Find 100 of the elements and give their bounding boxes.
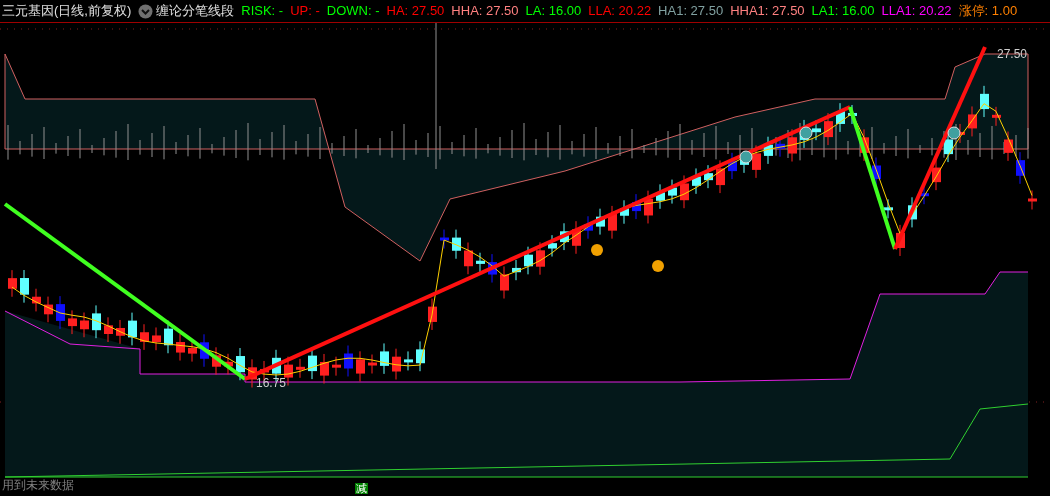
tick-line (811, 138, 813, 156)
tick-line (331, 142, 333, 155)
candlestick (380, 342, 389, 375)
candlestick (860, 128, 869, 162)
tick-line (655, 137, 657, 156)
candlestick (1004, 131, 1013, 162)
tick-line (427, 132, 429, 158)
candlestick (992, 106, 1001, 127)
tick-line (559, 124, 561, 161)
buy-signal-icon (591, 244, 603, 256)
candlestick (368, 354, 377, 374)
candlestick (716, 159, 725, 194)
candlestick (140, 323, 149, 351)
tick-line (151, 132, 153, 158)
candlestick (68, 309, 77, 335)
candlestick (908, 196, 917, 228)
tick-line (787, 129, 789, 159)
tick-line (115, 130, 117, 159)
candlestick (200, 333, 209, 368)
candlestick (824, 112, 833, 146)
tick-line (835, 124, 837, 161)
candlestick (752, 144, 761, 179)
tick-line (871, 126, 873, 160)
tick-line (163, 125, 165, 160)
candlestick (80, 312, 89, 338)
signal-marker-icon (739, 150, 753, 164)
tick-line (571, 140, 573, 155)
candlestick (128, 312, 137, 346)
tick-line (367, 144, 369, 154)
tick-line (55, 142, 57, 155)
legend-value: HHA: 27.50 (451, 2, 519, 21)
candlestick (152, 326, 161, 351)
candlestick (560, 222, 569, 251)
tick-line (235, 129, 237, 159)
tick-line (931, 137, 933, 156)
legend-value: DOWN: - (326, 2, 380, 21)
tick-line (139, 139, 141, 156)
candlestick (656, 183, 665, 210)
candlestick (44, 296, 53, 323)
tick-line (199, 127, 201, 160)
tick-line (847, 140, 849, 155)
candlestick (524, 246, 533, 275)
candlestick (404, 350, 413, 371)
legend-value: HA1: 27.50 (658, 2, 724, 21)
tick-line (283, 124, 285, 161)
candlestick (56, 295, 65, 330)
candlestick (392, 348, 401, 380)
candlestick (20, 269, 29, 304)
buy-signal-icon (652, 260, 664, 272)
tick-line (991, 125, 993, 160)
tick-line (475, 127, 477, 160)
candlestick (248, 358, 257, 388)
candlestick (728, 152, 737, 180)
tick-line (415, 139, 417, 156)
tick-line (127, 123, 129, 161)
tick-line (307, 133, 309, 158)
tick-line (1027, 127, 1029, 160)
tick-line (7, 124, 9, 161)
legend-value: UP: - (290, 2, 320, 21)
tick-line (691, 139, 693, 156)
high-price-label: 27.50 (997, 47, 1028, 61)
tick-line (19, 140, 21, 155)
candlestick (8, 269, 17, 298)
legend-value: LLA1: 20.22 (881, 2, 952, 21)
tick-line (403, 123, 405, 161)
tick-line (295, 140, 297, 155)
candlestick (464, 242, 473, 275)
signal-marker-icon (947, 126, 961, 140)
tick-line (607, 142, 609, 155)
candlestick (968, 105, 977, 137)
tick-line (583, 133, 585, 158)
tick-line (43, 126, 45, 160)
tick-line (487, 143, 489, 154)
tick-line (703, 132, 705, 158)
tick-line (91, 144, 93, 154)
candlestick (932, 159, 941, 191)
tick-line (907, 128, 909, 159)
candlestick (452, 229, 461, 260)
tick-line (343, 135, 345, 157)
tick-line (271, 131, 273, 158)
tick-line (523, 122, 525, 161)
candlestick (584, 215, 593, 240)
tick-line (619, 135, 621, 157)
tick-line (643, 144, 645, 154)
chevron-down-icon[interactable] (138, 3, 154, 19)
candlestick (104, 316, 113, 343)
tick-line (775, 136, 777, 157)
candlestick (620, 199, 629, 225)
tick-line (451, 141, 453, 155)
legend-value: 涨停: 1.00 (958, 2, 1018, 21)
signal-badge: 减 (355, 483, 368, 494)
candlestick (92, 304, 101, 339)
candlestick (428, 298, 437, 331)
tick-line (799, 122, 801, 161)
candlestick (764, 136, 773, 165)
legend-value: LA1: 16.00 (811, 2, 875, 21)
candlestick (284, 356, 293, 387)
tick-line (895, 135, 897, 157)
tick-line (319, 126, 321, 160)
tick-line (259, 138, 261, 156)
